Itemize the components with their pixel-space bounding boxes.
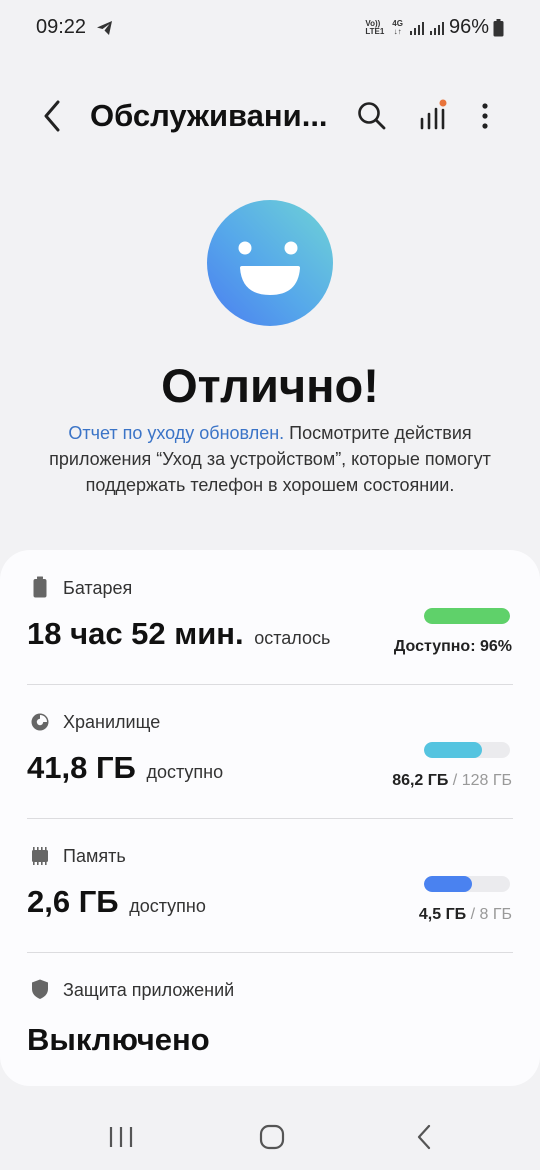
storage-usage-caption: 86,2 ГБ / 128 ГБ (392, 772, 512, 790)
memory-usage-caption: 4,5 ГБ / 8 ГБ (419, 906, 512, 924)
back-icon[interactable] (414, 1123, 434, 1151)
battery-progress-bar (424, 608, 510, 624)
storage-value: 41,8 ГБ доступно (27, 750, 223, 786)
memory-progress-fill (424, 876, 473, 892)
volte-indicator: Vo)) LTE1 (365, 19, 385, 36)
storage-progress-bar (424, 742, 510, 758)
battery-icon (33, 576, 47, 598)
app-protection-label: Защита приложений (63, 980, 235, 1000)
memory-suffix: доступно (129, 896, 206, 916)
memory-label: Память (63, 846, 126, 866)
memory-used: 4,5 ГБ (418, 906, 467, 923)
memory-value: 2,6 ГБ доступно (27, 884, 206, 920)
memory-section[interactable]: Память 2,6 ГБ доступно 4,5 ГБ / 8 ГБ (0, 818, 540, 952)
battery-section[interactable]: Батарея 18 час 52 мин. осталось Доступно… (0, 550, 540, 684)
storage-section[interactable]: Хранилище 41,8 ГБ доступно 86,2 ГБ / 128… (0, 684, 540, 818)
battery-percent: 96% (448, 16, 489, 38)
notification-dot (439, 99, 447, 107)
storage-available: 41,8 ГБ (27, 750, 136, 785)
storage-progress-fill (424, 742, 482, 758)
back-button[interactable] (34, 96, 70, 136)
status-bar: 09:22 Vo)) LTE1 4G ↓↑ 96% (0, 0, 540, 58)
battery-available-caption: Доступно: 96% (394, 638, 512, 656)
signal-strength-icon (409, 21, 424, 35)
device-care-card: Батарея 18 час 52 мин. осталось Доступно… (0, 550, 540, 1086)
app-protection-section[interactable]: Защита приложений Выключено (0, 952, 540, 1086)
app-protection-status: Выключено (27, 1022, 210, 1057)
memory-progress-bar (424, 876, 510, 892)
status-headline: Отлично! (161, 359, 379, 412)
storage-label: Хранилище (63, 712, 161, 732)
search-icon[interactable] (356, 100, 388, 132)
battery-available-text: Доступно: 96% (393, 638, 512, 655)
system-navigation-bar (0, 1110, 540, 1170)
battery-icon (493, 18, 504, 36)
pie-chart-icon (31, 713, 49, 731)
signal-strength-icon-2 (429, 21, 444, 35)
storage-total: / 128 ГБ (452, 772, 512, 789)
battery-suffix: осталось (254, 628, 331, 648)
battery-progress-fill (424, 608, 510, 624)
memory-available: 2,6 ГБ (27, 884, 119, 919)
page-title: Обслуживани... (90, 98, 328, 133)
storage-used: 86,2 ГБ (392, 772, 449, 789)
report-updated-link[interactable]: Отчет по уходу обновлен. (68, 423, 284, 443)
volte-bottom-label: LTE1 (365, 26, 385, 36)
battery-value: 18 час 52 мин. осталось (27, 616, 330, 652)
signal-bars-icon[interactable] (416, 98, 450, 132)
telegram-icon (97, 21, 112, 35)
battery-time-remaining: 18 час 52 мин. (27, 616, 244, 651)
memory-chip-icon (32, 847, 48, 865)
battery-label: Батарея (63, 578, 133, 598)
data-arrows-icon: ↓↑ (393, 26, 402, 36)
home-icon[interactable] (258, 1123, 286, 1151)
storage-suffix: доступно (146, 762, 224, 782)
app-header: Обслуживани... (0, 86, 540, 148)
report-description: Отчет по уходу обновлен. Посмотрите дейс… (40, 420, 500, 498)
smiley-face-icon (207, 200, 333, 326)
shield-icon (32, 979, 48, 999)
more-vertical-icon[interactable] (474, 100, 496, 132)
memory-total: / 8 ГБ (470, 906, 512, 923)
recent-apps-icon[interactable] (107, 1124, 135, 1150)
network-type-indicator: 4G ↓↑ (392, 19, 403, 36)
status-right-group: Vo)) LTE1 4G ↓↑ 96% (365, 16, 504, 39)
status-time: 09:22 (36, 16, 87, 38)
